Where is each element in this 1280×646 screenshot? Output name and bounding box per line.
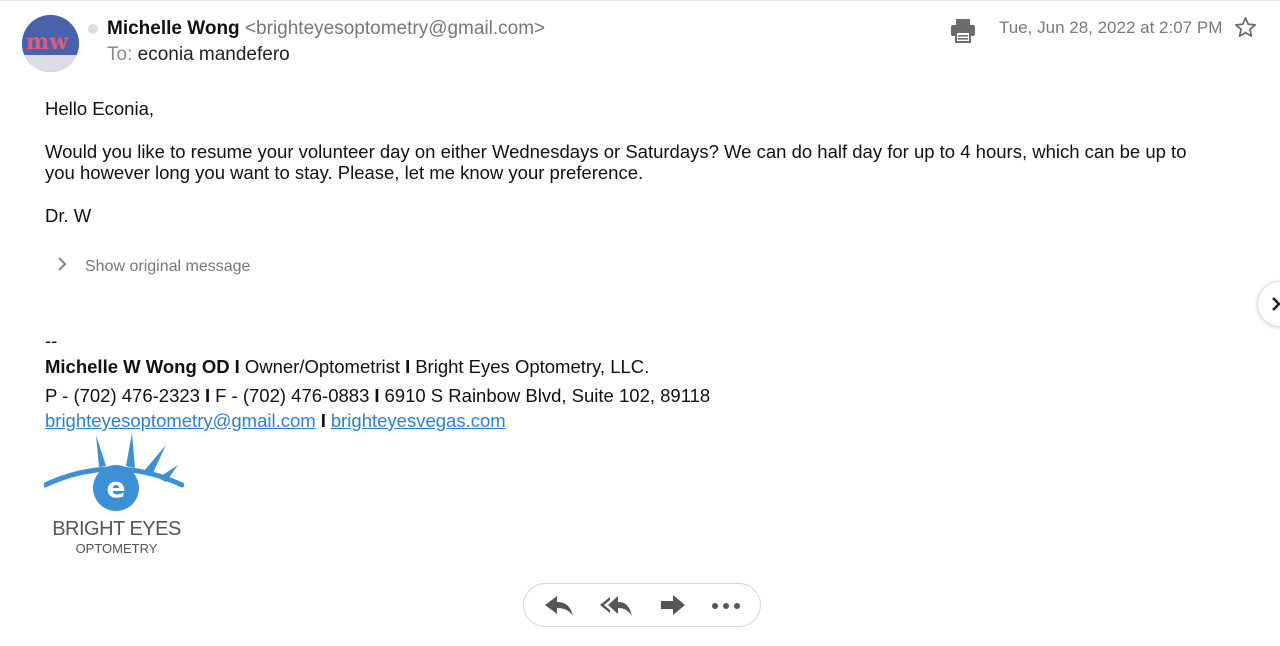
more-button[interactable]: [708, 592, 744, 620]
show-original-toggle[interactable]: Show original message: [57, 257, 250, 277]
message-action-bar: [523, 583, 761, 627]
reply-all-button[interactable]: [598, 592, 634, 620]
message-closing: Dr. W: [45, 205, 92, 226]
star-icon[interactable]: [1234, 16, 1257, 39]
more-horizontal-icon: [712, 603, 740, 609]
signature-address: 6910 S Rainbow Blvd, Suite 102, 89118: [384, 385, 711, 406]
signature-dashes: --: [45, 330, 58, 351]
reply-all-icon: [600, 596, 632, 616]
signature-separator: I: [204, 385, 211, 406]
signature-web-link[interactable]: brighteyesvegas.com: [331, 410, 506, 431]
signature-line-3: brighteyesoptometry@gmail.com Ibrighteyes…: [45, 409, 506, 433]
signature-company: Bright Eyes Optometry, LLC.: [415, 356, 650, 377]
signature-separator: I: [234, 356, 240, 377]
signature-separator: I: [320, 410, 326, 431]
signature-phone: P - (702) 476-2323: [45, 385, 200, 406]
sender-line: Michelle Wong <brighteyesoptometry@gmail…: [107, 17, 545, 41]
logo-title: BRIGHT EYES: [52, 518, 181, 540]
chevron-right-icon: [1272, 297, 1280, 311]
signature-separator: I: [374, 385, 380, 406]
message-date: Tue, Jun 28, 2022 at 2:07 PM: [999, 18, 1223, 37]
show-original-label: Show original message: [85, 258, 251, 275]
forward-button[interactable]: [655, 592, 691, 620]
to-label: To:: [107, 44, 133, 65]
recipient-line: To: econia mandefero: [107, 43, 290, 67]
next-message-button[interactable]: [1257, 281, 1280, 327]
recipient-name[interactable]: econia mandefero: [138, 44, 290, 65]
message-paragraph: Would you like to resume your volunteer …: [45, 141, 1187, 183]
logo-subtitle: OPTOMETRY: [75, 541, 158, 556]
chevron-right-icon: [57, 257, 71, 277]
message-greeting: Hello Econia,: [45, 98, 155, 119]
reply-icon: [545, 596, 573, 616]
signature-separator: I: [405, 356, 411, 377]
svg-text:e: e: [107, 471, 126, 504]
unread-indicator: [88, 24, 98, 34]
signature-line-1: Michelle W Wong OD I Owner/Optometrist I Bri…: [45, 355, 649, 379]
avatar[interactable]: mw: [22, 15, 79, 72]
avatar-initials: mw: [26, 29, 69, 55]
reply-button[interactable]: [541, 592, 577, 620]
signature-name: Michelle W Wong OD: [45, 356, 230, 377]
email-message-view: mw Michelle Wong <brighteyesoptometry@gm…: [0, 0, 1280, 646]
signature-email-link[interactable]: brighteyesoptometry@gmail.com: [45, 410, 316, 431]
signature-fax: F - (702) 476-0883: [215, 385, 370, 406]
forward-icon: [661, 595, 685, 615]
sender-email[interactable]: <brighteyesoptometry@gmail.com>: [245, 18, 545, 39]
sender-name[interactable]: Michelle Wong: [107, 18, 240, 39]
avatar-image: mw: [22, 15, 79, 72]
signature-title: Owner/Optometrist: [244, 356, 401, 377]
print-icon[interactable]: [949, 16, 977, 44]
signature-line-2: P - (702) 476-2323 I F - (702) 476-0883 I 69…: [45, 384, 710, 408]
